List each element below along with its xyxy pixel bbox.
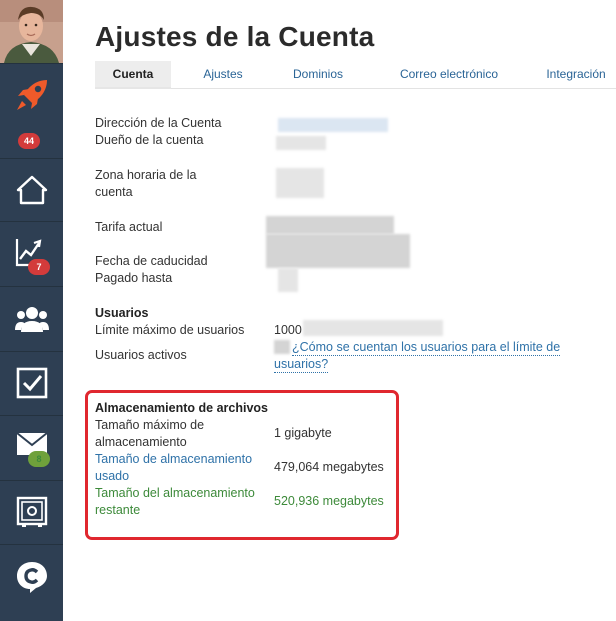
users-max-extra-redacted bbox=[303, 320, 443, 336]
tab-correo[interactable]: Correo electrónico bbox=[381, 61, 517, 89]
tab-integracion[interactable]: Integración bbox=[533, 61, 616, 89]
rocket-icon bbox=[16, 79, 47, 110]
sidebar: 44 7 8 bbox=[0, 0, 63, 621]
users-max-value: 1000 bbox=[274, 323, 302, 337]
paid-until-value-redacted bbox=[278, 268, 298, 292]
users-limit-help-link-cont[interactable]: usuarios? bbox=[274, 356, 329, 373]
timezone-value-redacted bbox=[276, 168, 324, 198]
plan-value-redacted bbox=[266, 216, 394, 234]
plan-label: Tarifa actual bbox=[95, 220, 163, 234]
checkbox-icon bbox=[16, 367, 47, 399]
sidebar-item-home[interactable] bbox=[0, 158, 63, 220]
timezone-label-line1: Zona horaria de la bbox=[95, 168, 197, 182]
users-section-title: Usuarios bbox=[95, 306, 149, 320]
sidebar-item-chat[interactable] bbox=[0, 544, 63, 608]
page-title: Ajustes de la Cuenta bbox=[95, 21, 375, 52]
mail-badge: 8 bbox=[28, 451, 50, 467]
users-max-label: Límite máximo de usuarios bbox=[95, 323, 245, 337]
active-users-value-redacted bbox=[274, 340, 290, 354]
sidebar-item-rocket[interactable] bbox=[0, 63, 63, 125]
chat-icon bbox=[16, 561, 47, 593]
users-limit-help-link[interactable]: ¿Cómo se cuentan los usuarios para el lí… bbox=[292, 339, 561, 356]
storage-highlight-box bbox=[85, 390, 399, 540]
tab-ajustes[interactable]: Ajustes bbox=[183, 61, 263, 89]
home-badge: 44 bbox=[18, 133, 41, 149]
sidebar-item-tasks[interactable] bbox=[0, 351, 63, 414]
users-icon bbox=[14, 306, 49, 332]
expiry-value-redacted bbox=[266, 234, 410, 268]
reports-badge: 7 bbox=[28, 259, 50, 275]
avatar[interactable] bbox=[0, 0, 63, 63]
safe-icon bbox=[16, 496, 47, 527]
sidebar-item-drive[interactable] bbox=[0, 480, 63, 543]
tab-dominios[interactable]: Dominios bbox=[273, 61, 363, 89]
home-icon bbox=[16, 175, 47, 204]
account-address-label: Dirección de la Cuenta bbox=[95, 116, 222, 130]
account-address-value-redacted bbox=[278, 118, 388, 132]
sidebar-item-users[interactable] bbox=[0, 286, 63, 350]
active-users-label: Usuarios activos bbox=[95, 348, 187, 362]
sidebar-item-mail[interactable] bbox=[0, 415, 63, 479]
account-owner-value-redacted bbox=[276, 136, 326, 150]
account-owner-label: Dueño de la cuenta bbox=[95, 133, 204, 147]
tabs-bar: Cuenta Ajustes Dominios Correo electróni… bbox=[95, 61, 616, 89]
paid-until-label: Pagado hasta bbox=[95, 271, 173, 285]
sidebar-item-reports[interactable] bbox=[0, 221, 63, 285]
expiry-label: Fecha de caducidad bbox=[95, 254, 208, 268]
tab-cuenta[interactable]: Cuenta bbox=[95, 61, 171, 89]
timezone-label-line2: cuenta bbox=[95, 185, 133, 199]
